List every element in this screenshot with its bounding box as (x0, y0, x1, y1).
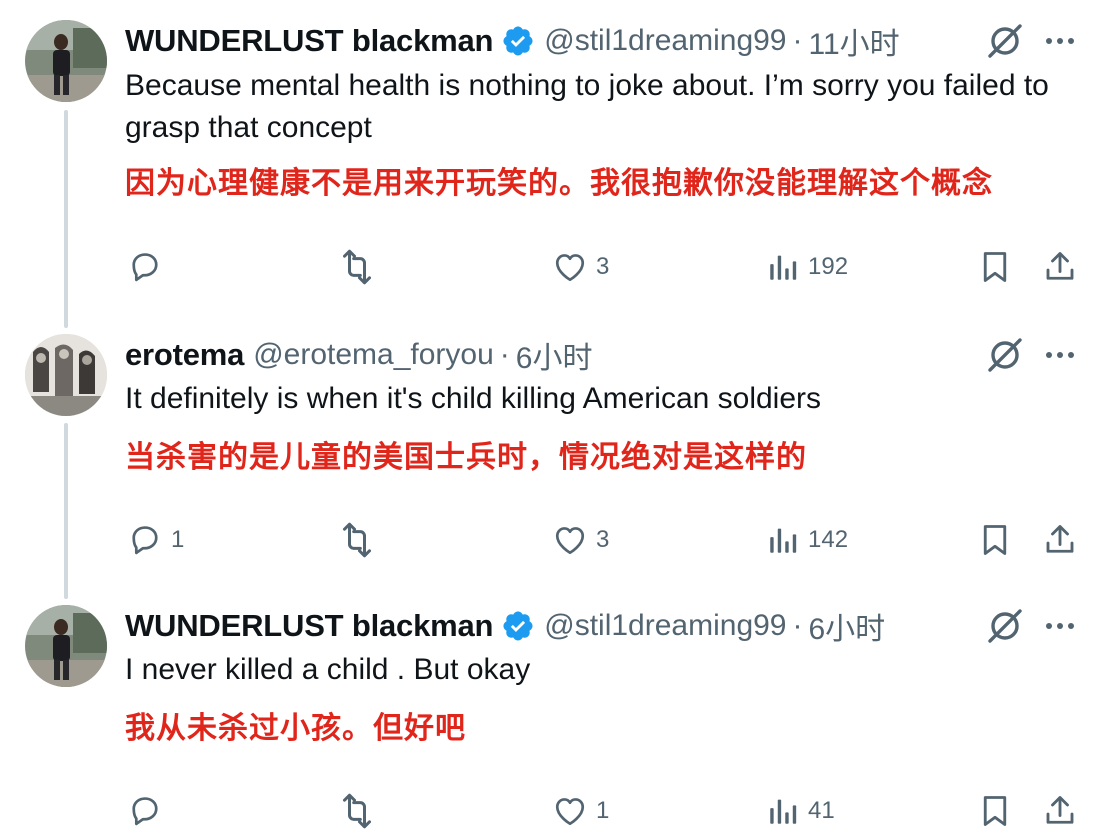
tweet[interactable]: erotema @erotema_foryou · 6小时 It definit… (0, 332, 1116, 592)
separator-dot: · (792, 24, 803, 57)
tweet-actions: 1 3 142 (0, 516, 1116, 564)
retweet-icon (343, 793, 371, 829)
reply-button[interactable] (127, 787, 171, 835)
separator-dot: · (499, 338, 510, 371)
timestamp[interactable]: 6小时 (516, 333, 593, 377)
grok-icon[interactable] (985, 606, 1025, 646)
retweet-button[interactable] (337, 516, 385, 564)
tweet-text: Because mental health is nothing to joke… (125, 69, 1049, 144)
reply-count: 1 (171, 526, 185, 553)
avatar[interactable] (25, 334, 107, 416)
like-icon (555, 254, 585, 282)
like-button[interactable]: 3 (552, 243, 609, 291)
bookmark-button[interactable] (977, 516, 1013, 564)
tweet-text: I never killed a child . But okay (125, 653, 531, 686)
views-icon (770, 255, 797, 280)
separator-dot: · (792, 609, 803, 642)
view-count: 142 (808, 526, 849, 553)
share-icon (1046, 525, 1074, 553)
tweet-header: erotema @erotema_foryou · 6小时 (125, 332, 592, 378)
views-button[interactable]: 192 (766, 243, 848, 291)
timestamp[interactable]: 6小时 (809, 604, 886, 648)
like-button[interactable]: 1 (552, 787, 609, 835)
share-icon (1046, 252, 1074, 280)
avatar[interactable] (25, 20, 107, 102)
share-button[interactable] (1042, 787, 1078, 835)
grok-icon[interactable] (985, 335, 1025, 375)
views-icon (770, 528, 797, 553)
reply-button[interactable] (127, 243, 171, 291)
tweet[interactable]: WUNDERLUST blackman @stil1dreaming99 · 1… (0, 18, 1116, 318)
user-handle[interactable]: @stil1dreaming99 (544, 609, 786, 643)
retweet-icon (343, 522, 371, 558)
tweet-translation: 当杀害的是儿童的美国士兵时，情况绝对是这样的 (125, 441, 807, 474)
views-button[interactable]: 41 (766, 787, 835, 835)
like-count: 3 (596, 526, 610, 553)
reply-icon (132, 253, 158, 282)
retweet-button[interactable] (337, 243, 385, 291)
like-button[interactable]: 3 (552, 516, 609, 564)
view-count: 192 (808, 253, 849, 280)
share-button[interactable] (1042, 243, 1078, 291)
more-icon[interactable] (1040, 335, 1080, 375)
reply-button[interactable]: 1 (127, 516, 184, 564)
tweet-translation: 我从未杀过小孩。但好吧 (125, 712, 466, 745)
tweet-text: It definitely is when it's child killing… (125, 382, 822, 415)
avatar[interactable] (25, 605, 107, 687)
grok-icon[interactable] (985, 21, 1025, 61)
tweet[interactable]: WUNDERLUST blackman @stil1dreaming99 · 6… (0, 603, 1116, 829)
tweet-header: WUNDERLUST blackman @stil1dreaming99 · 1… (125, 18, 900, 64)
tweet-header: WUNDERLUST blackman @stil1dreaming99 · 6… (125, 603, 885, 649)
bookmark-button[interactable] (977, 243, 1013, 291)
display-name[interactable]: erotema (125, 337, 244, 373)
reply-icon (132, 526, 158, 555)
user-handle[interactable]: @erotema_foryou (253, 338, 494, 372)
verified-badge-icon (501, 24, 535, 58)
timestamp[interactable]: 11小时 (809, 19, 900, 63)
view-count: 41 (808, 797, 835, 824)
like-count: 3 (596, 253, 610, 280)
share-button[interactable] (1042, 516, 1078, 564)
display-name[interactable]: WUNDERLUST blackman (125, 608, 493, 644)
tweet-translation: 因为心理健康不是用来开玩笑的。我很抱歉你没能理解这个概念 (125, 167, 993, 200)
bookmark-icon (983, 252, 1007, 282)
bookmark-button[interactable] (977, 787, 1013, 835)
views-icon (770, 799, 797, 824)
like-icon (555, 527, 585, 555)
display-name[interactable]: WUNDERLUST blackman (125, 23, 493, 59)
more-icon[interactable] (1040, 606, 1080, 646)
retweet-icon (343, 249, 371, 285)
views-button[interactable]: 142 (766, 516, 848, 564)
reply-thread: WUNDERLUST blackman @stil1dreaming99 · 1… (0, 0, 1116, 829)
tweet-actions: 1 41 (0, 787, 1116, 835)
verified-badge-icon (501, 609, 535, 643)
retweet-button[interactable] (337, 787, 385, 835)
more-icon[interactable] (1040, 21, 1080, 61)
like-count: 1 (596, 797, 610, 824)
user-handle[interactable]: @stil1dreaming99 (544, 24, 786, 58)
bookmark-icon (983, 525, 1007, 555)
tweet-actions: 3 192 (0, 243, 1116, 291)
